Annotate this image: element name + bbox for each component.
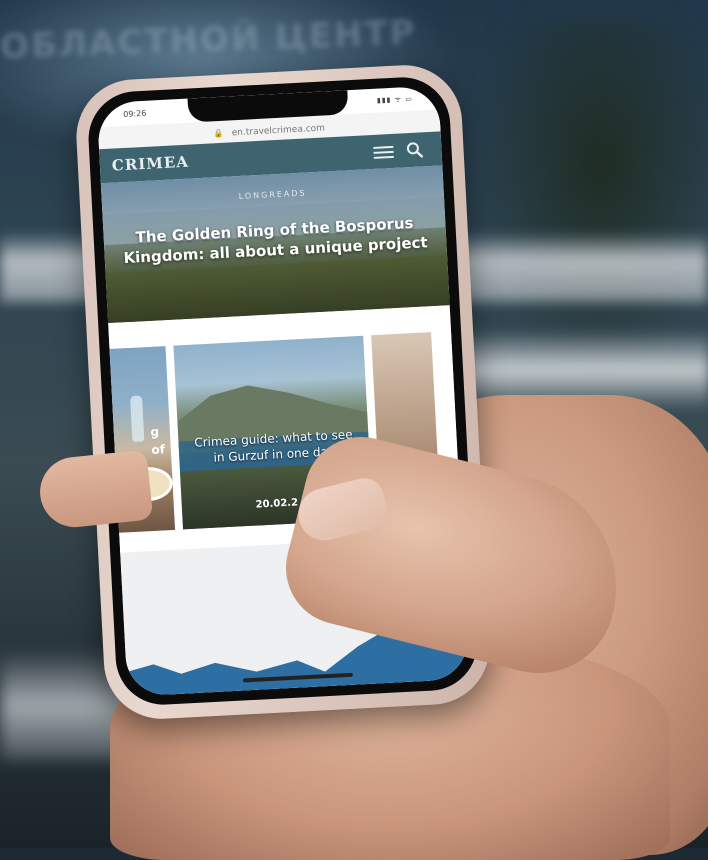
search-icon[interactable] — [405, 140, 424, 159]
site-logo[interactable]: CRIMEA — [111, 153, 189, 175]
status-time: 09:26 — [123, 108, 147, 119]
url-text: en.travelcrimea.com — [231, 123, 326, 139]
bottle-image — [130, 395, 145, 442]
background-tree — [470, 20, 708, 380]
status-indicators: ▮▮▮ ᯤ ▭ — [376, 94, 414, 105]
hamburger-menu-icon[interactable] — [373, 143, 394, 160]
lock-icon: 🔒 — [213, 128, 224, 139]
hero-banner[interactable]: LONGREADS The Golden Ring of the Bosporu… — [100, 165, 450, 324]
card-left-text: g of — [150, 424, 166, 457]
